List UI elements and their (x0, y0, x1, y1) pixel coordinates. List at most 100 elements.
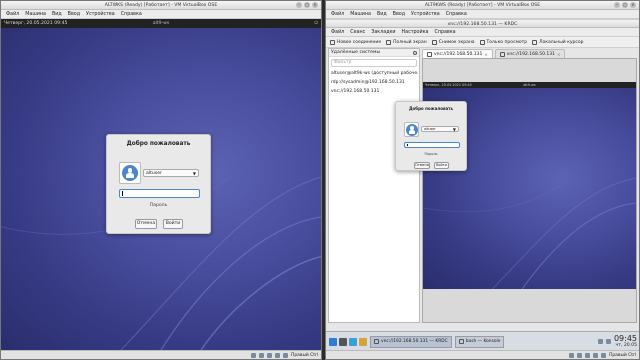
list-item[interactable]: rdp://sysadmin@192.168.50.131 (329, 78, 419, 87)
menu-devices[interactable]: Устройства (411, 12, 440, 17)
vm-status-bar: Правый Ctrl (326, 350, 639, 359)
usb-icon[interactable] (593, 352, 599, 358)
optical-icon[interactable] (259, 352, 265, 358)
terminal-icon[interactable] (339, 337, 347, 346)
window-title-bar[interactable]: ALT9KWS (Ready) [Работает] - VM VirtualB… (326, 1, 639, 10)
menu-help[interactable]: Справка (121, 12, 142, 17)
menu-file[interactable]: Файл (6, 12, 19, 17)
remote-login-title: Добро пожаловать (408, 106, 454, 111)
hdd-icon[interactable] (251, 352, 257, 358)
user-avatar-icon (406, 124, 418, 136)
krdc-icon (374, 339, 379, 344)
krdc-menu-settings[interactable]: Настройка (402, 30, 429, 35)
clock[interactable]: 09:45 чт, 20.05 (613, 334, 637, 349)
clock-date: чт, 20.05 (615, 343, 637, 348)
view-only-button[interactable]: Только просмотр (479, 39, 527, 45)
login-title: Добро пожаловать (126, 141, 191, 147)
remote-systems-list: altuser@alt9k-ws (доступный рабоче... rd… (329, 69, 419, 96)
file-manager-icon[interactable] (359, 337, 367, 346)
remote-cancel-button[interactable]: Отмена (414, 162, 430, 169)
remote-user-select[interactable]: altuser ▼ (421, 126, 459, 132)
minimize-icon[interactable]: – (614, 2, 620, 8)
fullscreen-button[interactable]: Полный экран (386, 39, 427, 45)
local-cursor-button[interactable]: Локальный курсор (532, 39, 584, 45)
browser-icon[interactable] (349, 337, 357, 346)
tab-session-1[interactable]: vnc://192.168.50.131 × (422, 49, 493, 58)
guest-taskbar: vnc://192.168.50.131 — KRDC bash — Konso… (326, 331, 639, 351)
clock-time: 09:45 (613, 334, 637, 343)
session-tabs: vnc://192.168.50.131 × vnc://192.168.50.1… (422, 48, 637, 58)
power-icon[interactable]: ⏻ (314, 19, 318, 28)
new-connection-button[interactable]: Новое соединение (330, 39, 381, 45)
monitor-icon (499, 51, 505, 57)
volume-icon[interactable] (605, 339, 611, 344)
close-icon[interactable]: × (630, 2, 636, 8)
fullscreen-icon (386, 39, 392, 45)
network-icon[interactable] (597, 339, 603, 344)
close-icon[interactable]: × (312, 2, 318, 8)
network-icon[interactable] (267, 352, 273, 358)
krdc-menu-file[interactable]: Файл (331, 30, 344, 35)
menu-bar: Файл Машина Вид Ввод Устройства Справка (1, 10, 321, 19)
avatar-frame (119, 162, 141, 184)
local-cursor-label: Локальный курсор (539, 39, 584, 45)
usb-icon[interactable] (275, 352, 281, 358)
krdc-menu-bookmarks[interactable]: Закладки (371, 30, 395, 35)
password-input[interactable] (119, 189, 200, 198)
menu-file[interactable]: Файл (331, 12, 344, 17)
remote-login-button[interactable]: Войти (434, 162, 449, 169)
network-icon[interactable] (585, 352, 591, 358)
panel-title: Удалённые системы (331, 50, 381, 55)
filter-input[interactable]: Фильтр (331, 59, 417, 67)
guest-top-bar: Четверг, 20.05.2021 09:45 alt9-ws ⏻ (1, 19, 321, 28)
optical-icon[interactable] (577, 352, 583, 358)
menu-machine[interactable]: Машина (350, 12, 371, 17)
login-button[interactable]: Войти (163, 219, 183, 229)
new-connection-icon (330, 39, 335, 45)
window-title-bar[interactable]: ALTWKS (Ready) [Работает] - VM VirtualBo… (1, 1, 321, 10)
user-select[interactable]: altuser ▼ (143, 169, 199, 177)
krdc-toolbar: Новое соединение Полный экран Снимок экр… (326, 37, 639, 48)
menu-help[interactable]: Справка (446, 12, 467, 17)
remote-password-label: Пароль (424, 152, 438, 156)
panel-header: Удалённые системы (329, 49, 419, 57)
minimize-icon[interactable]: – (296, 2, 302, 8)
fullscreen-label: Полный экран (393, 39, 427, 45)
krdc-title-bar[interactable]: vnc://192.168.50.131 — KRDC (326, 19, 639, 28)
guest-hostname: alt9-ws (152, 21, 170, 26)
list-item[interactable]: vnc://192.168.50.131 (329, 87, 419, 96)
konsole-icon (458, 339, 464, 344)
monitor-icon (427, 51, 432, 57)
menu-machine[interactable]: Машина (25, 12, 46, 17)
menu-view[interactable]: Вид (52, 12, 62, 17)
list-item[interactable]: altuser@alt9k-ws (доступный рабоче... (329, 69, 419, 78)
display-icon[interactable] (283, 352, 289, 358)
hdd-icon[interactable] (569, 352, 575, 358)
menu-input[interactable]: Ввод (68, 12, 80, 17)
screenshot-button[interactable]: Снимок экрана (431, 39, 475, 45)
vm-status-bar: Правый Ctrl (1, 350, 321, 359)
login-dialog: Добро пожаловать altuser ▼ Пароль Отмена… (106, 134, 211, 234)
krdc-menu-help[interactable]: Справка (434, 30, 455, 35)
maximize-icon[interactable]: □ (304, 2, 310, 8)
cancel-button[interactable]: Отмена (135, 219, 157, 229)
menu-view[interactable]: Вид (377, 12, 387, 17)
password-label: Пароль (149, 203, 168, 208)
text-caret (407, 144, 408, 146)
task-konsole[interactable]: bash — Konsole (454, 335, 505, 348)
user-avatar-icon (122, 165, 138, 181)
app-menu-icon[interactable] (329, 337, 337, 346)
display-icon[interactable] (601, 352, 607, 358)
panel-options-icon[interactable] (413, 51, 417, 55)
krdc-menu-session[interactable]: Сеанс (350, 30, 365, 35)
task-krdc[interactable]: vnc://192.168.50.131 — KRDC (370, 335, 452, 348)
menu-devices[interactable]: Устройства (86, 12, 115, 17)
remote-desktop-view[interactable]: Четверг, 20.05.2021 09:45 alt9-ws (422, 58, 637, 323)
chevron-down-icon: ▼ (192, 171, 196, 176)
tab-session-2[interactable]: vnc://192.168.50.131 × (494, 49, 566, 58)
menu-bar: Файл Машина Вид Ввод Устройства Справка (326, 10, 639, 19)
menu-input[interactable]: Ввод (393, 12, 405, 17)
maximize-icon[interactable]: □ (622, 2, 628, 8)
remote-systems-panel: Удалённые системы Фильтр altuser@alt9k-w… (328, 48, 420, 323)
remote-password-input[interactable] (404, 142, 460, 148)
